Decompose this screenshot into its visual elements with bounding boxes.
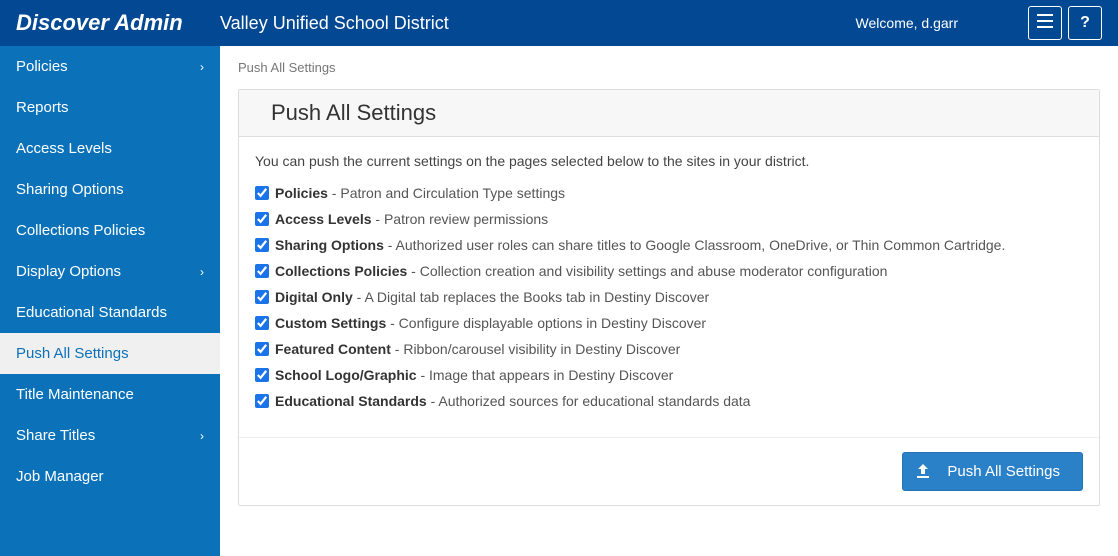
chevron-right-icon: › xyxy=(200,265,204,279)
sidebar-item-reports[interactable]: Reports xyxy=(0,87,220,128)
setting-checkbox-educational-standards[interactable] xyxy=(255,394,269,408)
sidebar-item-display-options[interactable]: Display Options › xyxy=(0,251,220,292)
setting-text: Access Levels - Patron review permission… xyxy=(275,211,548,227)
sidebar-item-label: Display Options xyxy=(16,263,121,280)
setting-text: Custom Settings - Configure displayable … xyxy=(275,315,706,331)
setting-row: Sharing Options - Authorized user roles … xyxy=(255,237,1083,253)
setting-row: Custom Settings - Configure displayable … xyxy=(255,315,1083,331)
sidebar-item-collections-policies[interactable]: Collections Policies xyxy=(0,210,220,251)
sidebar-item-sharing-options[interactable]: Sharing Options xyxy=(0,169,220,210)
setting-text: Digital Only - A Digital tab replaces th… xyxy=(275,289,709,305)
help-button[interactable]: ? xyxy=(1068,6,1102,40)
sidebar-item-label: Access Levels xyxy=(16,140,112,157)
setting-description: - Authorized user roles can share titles… xyxy=(384,237,1005,253)
sidebar-item-title-maintenance[interactable]: Title Maintenance xyxy=(0,374,220,415)
setting-text: Collections Policies - Collection creati… xyxy=(275,263,887,279)
sidebar-item-label: Reports xyxy=(16,99,69,116)
chevron-right-icon: › xyxy=(200,60,204,74)
setting-text: Policies - Patron and Circulation Type s… xyxy=(275,185,565,201)
setting-label: Custom Settings xyxy=(275,315,386,331)
sidebar-item-label: Share Titles xyxy=(16,427,95,444)
setting-row: Digital Only - A Digital tab replaces th… xyxy=(255,289,1083,305)
setting-label: School Logo/Graphic xyxy=(275,367,417,383)
setting-description: - Configure displayable options in Desti… xyxy=(386,315,706,331)
district-name: Valley Unified School District xyxy=(220,13,449,34)
setting-checkbox-access-levels[interactable] xyxy=(255,212,269,226)
setting-text: School Logo/Graphic - Image that appears… xyxy=(275,367,673,383)
hamburger-icon xyxy=(1037,14,1053,33)
sidebar-item-policies[interactable]: Policies › xyxy=(0,46,220,87)
setting-row: School Logo/Graphic - Image that appears… xyxy=(255,367,1083,383)
sidebar-item-label: Collections Policies xyxy=(16,222,145,239)
setting-label: Digital Only xyxy=(275,289,353,305)
page-title: Push All Settings xyxy=(239,90,1099,137)
sidebar-item-label: Educational Standards xyxy=(16,304,167,321)
setting-label: Policies xyxy=(275,185,328,201)
setting-text: Featured Content - Ribbon/carousel visib… xyxy=(275,341,680,357)
setting-description: - Authorized sources for educational sta… xyxy=(427,393,751,409)
sidebar-item-access-levels[interactable]: Access Levels xyxy=(0,128,220,169)
sidebar-item-label: Push All Settings xyxy=(16,345,129,362)
sidebar-item-label: Job Manager xyxy=(16,468,104,485)
setting-row: Featured Content - Ribbon/carousel visib… xyxy=(255,341,1083,357)
setting-description: - Ribbon/carousel visibility in Destiny … xyxy=(391,341,680,357)
setting-description: - A Digital tab replaces the Books tab i… xyxy=(353,289,709,305)
sidebar: Policies › Reports Access Levels Sharing Opt… xyxy=(0,46,220,556)
menu-button[interactable] xyxy=(1028,6,1062,40)
setting-row: Access Levels - Patron review permission… xyxy=(255,211,1083,227)
header: Discover Admin Valley Unified School Dis… xyxy=(0,0,1118,46)
panel: Push All Settings You can push the curre… xyxy=(238,89,1100,506)
setting-row: Policies - Patron and Circulation Type s… xyxy=(255,185,1083,201)
setting-description: - Patron review permissions xyxy=(372,211,549,227)
sidebar-item-label: Title Maintenance xyxy=(16,386,134,403)
setting-checkbox-custom-settings[interactable] xyxy=(255,316,269,330)
setting-row: Collections Policies - Collection creati… xyxy=(255,263,1083,279)
content: Push All Settings Push All Settings You … xyxy=(220,46,1118,556)
push-button-label: Push All Settings xyxy=(947,463,1060,480)
setting-label: Featured Content xyxy=(275,341,391,357)
app-title: Discover Admin xyxy=(16,10,220,36)
welcome-text: Welcome, d.garr xyxy=(856,15,958,31)
settings-list: Policies - Patron and Circulation Type s… xyxy=(255,185,1083,409)
setting-checkbox-collections-policies[interactable] xyxy=(255,264,269,278)
chevron-right-icon: › xyxy=(200,429,204,443)
setting-label: Sharing Options xyxy=(275,237,384,253)
sidebar-item-job-manager[interactable]: Job Manager xyxy=(0,456,220,497)
sidebar-item-push-all-settings[interactable]: Push All Settings xyxy=(0,333,220,374)
setting-label: Educational Standards xyxy=(275,393,427,409)
setting-label: Collections Policies xyxy=(275,263,407,279)
sidebar-item-share-titles[interactable]: Share Titles › xyxy=(0,415,220,456)
setting-text: Sharing Options - Authorized user roles … xyxy=(275,237,1005,253)
setting-label: Access Levels xyxy=(275,211,372,227)
sidebar-item-educational-standards[interactable]: Educational Standards xyxy=(0,292,220,333)
setting-description: - Image that appears in Destiny Discover xyxy=(417,367,674,383)
intro-text: You can push the current settings on the… xyxy=(255,153,1083,169)
upload-icon xyxy=(917,464,929,480)
sidebar-item-label: Sharing Options xyxy=(16,181,124,198)
setting-row: Educational Standards - Authorized sourc… xyxy=(255,393,1083,409)
push-all-settings-button[interactable]: Push All Settings xyxy=(902,452,1083,491)
setting-checkbox-digital-only[interactable] xyxy=(255,290,269,304)
setting-checkbox-policies[interactable] xyxy=(255,186,269,200)
setting-description: - Collection creation and visibility set… xyxy=(407,263,887,279)
setting-checkbox-featured-content[interactable] xyxy=(255,342,269,356)
breadcrumb: Push All Settings xyxy=(238,56,1100,79)
setting-text: Educational Standards - Authorized sourc… xyxy=(275,393,750,409)
setting-checkbox-school-logo-graphic[interactable] xyxy=(255,368,269,382)
help-icon: ? xyxy=(1080,14,1090,32)
setting-checkbox-sharing-options[interactable] xyxy=(255,238,269,252)
sidebar-item-label: Policies xyxy=(16,58,68,75)
setting-description: - Patron and Circulation Type settings xyxy=(328,185,565,201)
